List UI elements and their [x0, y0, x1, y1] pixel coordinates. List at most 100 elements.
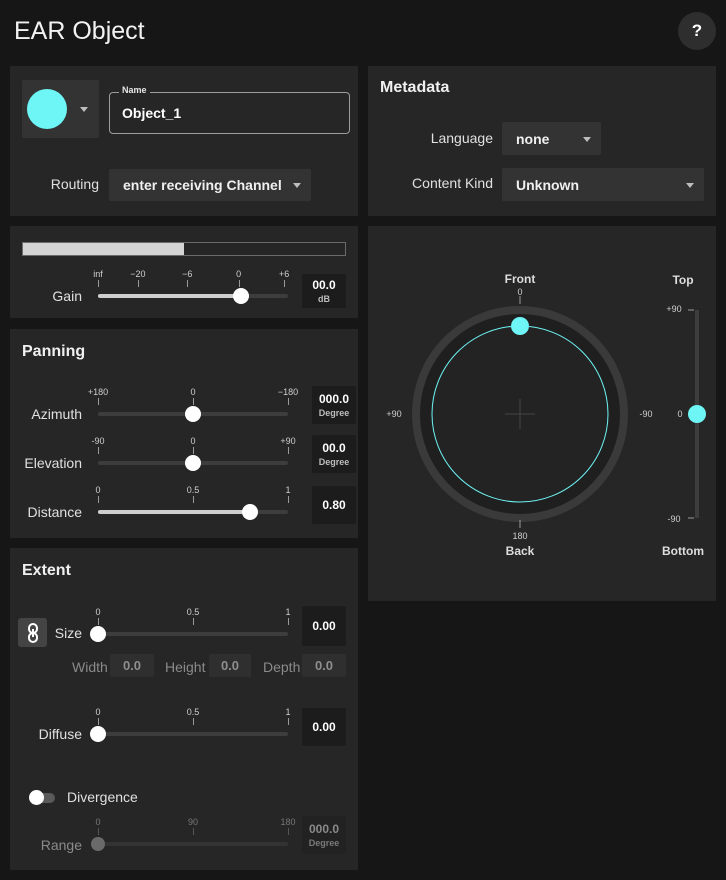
- width-label: Width: [72, 659, 108, 675]
- azimuth-value: 000.0: [318, 392, 350, 406]
- height-value-box[interactable]: 0.0: [209, 654, 251, 677]
- elevation-value: 00.0: [322, 441, 346, 455]
- diffuse-slider[interactable]: 0 0.5 1: [90, 707, 291, 742]
- name-field[interactable]: Name Object_1: [109, 85, 350, 134]
- extent-title: Extent: [22, 562, 71, 579]
- slider-track: [98, 632, 288, 636]
- slider-tick: [288, 496, 289, 503]
- range-value-box[interactable]: 000.0 Degree: [302, 816, 346, 854]
- slider-thumb[interactable]: [242, 504, 258, 520]
- slider-fill: [98, 294, 242, 298]
- elevation-value-box[interactable]: 00.0 Degree: [312, 435, 356, 473]
- slider-tick: [288, 447, 289, 454]
- slider-thumb[interactable]: [90, 626, 106, 642]
- size-value: 0.00: [312, 619, 336, 633]
- slider-tick: [98, 496, 99, 503]
- slider-tick: [193, 496, 194, 503]
- gain-slider[interactable]: inf −20 −6 0 +6: [93, 269, 289, 304]
- slider-tick: [193, 447, 194, 454]
- slider-tick: [238, 280, 240, 287]
- gain-unit: dB: [318, 294, 330, 304]
- chevron-down-icon: [293, 183, 301, 188]
- height-label: Height: [165, 659, 206, 675]
- diffuse-value-box[interactable]: 0.00: [302, 708, 346, 746]
- divergence-toggle[interactable]: [29, 790, 55, 805]
- slider-fill: [98, 510, 250, 514]
- elevation-bottom-value: -90: [667, 514, 681, 524]
- slider-tick: [284, 280, 286, 287]
- slider-tick-label: 0.5: [186, 707, 200, 717]
- slider-tick: [193, 828, 194, 835]
- size-label: Size: [54, 625, 82, 641]
- language-select[interactable]: none: [502, 122, 601, 155]
- size-value-box[interactable]: 0.00: [302, 606, 346, 646]
- slider-tick: [98, 280, 99, 287]
- slider-tick: [193, 718, 194, 725]
- slider-tick: [98, 828, 99, 835]
- help-button[interactable]: ?: [678, 12, 716, 50]
- language-label: Language: [430, 130, 493, 146]
- panning-panel: Panning Azimuth +180 0 −180 000.0 Degree E…: [10, 329, 358, 538]
- slider-thumb[interactable]: [185, 455, 201, 471]
- front-label: Front: [504, 272, 536, 286]
- range-slider[interactable]: 0 90 180: [91, 817, 296, 851]
- slider-tick-label: 0: [190, 387, 196, 397]
- slider-tick-label: −6: [182, 269, 193, 279]
- slider-tick-label: 0: [95, 817, 101, 827]
- slider-tick-label: 0.5: [186, 607, 200, 617]
- content-kind-select[interactable]: Unknown: [502, 168, 704, 201]
- bottom-label: Bottom: [662, 544, 704, 558]
- slider-thumb[interactable]: [90, 726, 106, 742]
- azimuth-value-box[interactable]: 000.0 Degree: [312, 386, 356, 424]
- elevation-top-value: +90: [666, 304, 682, 314]
- width-value-box[interactable]: 0.0: [110, 654, 154, 677]
- size-slider[interactable]: 0 0.5 1: [90, 607, 291, 642]
- slider-tick-label: 1: [285, 485, 291, 495]
- routing-select-value: enter receiving Channel: [123, 177, 282, 193]
- height-value: 0.0: [220, 658, 240, 673]
- azimuth-unit: Degree: [318, 408, 350, 418]
- link-icon: [27, 622, 38, 643]
- slider-thumb[interactable]: [185, 406, 201, 422]
- slider-thumb[interactable]: [233, 288, 250, 304]
- slider-thumb[interactable]: [91, 837, 105, 851]
- distance-slider[interactable]: 0 0.5 1: [95, 485, 291, 520]
- distance-label: Distance: [27, 504, 82, 520]
- distance-value-box[interactable]: 0.80: [312, 486, 356, 524]
- slider-tick-label: +180: [87, 387, 109, 397]
- level-meter-fill: [23, 243, 184, 255]
- divergence-toggle-knob: [29, 790, 44, 805]
- depth-value-box[interactable]: 0.0: [302, 654, 346, 677]
- chevron-down-icon: [686, 182, 694, 188]
- slider-tick: [288, 828, 289, 835]
- slider-tick: [98, 718, 99, 725]
- name-field-label: Name: [119, 85, 150, 95]
- gain-value-box[interactable]: 00.0 dB: [302, 274, 346, 308]
- link-dimensions-button[interactable]: [18, 618, 47, 647]
- extent-panel: Extent Size 0 0.5 1 0.00 Width 0.0 Height …: [10, 548, 358, 870]
- content-kind-label: Content Kind: [412, 175, 493, 191]
- routing-label: Routing: [50, 176, 99, 192]
- diffuse-label: Diffuse: [38, 726, 82, 742]
- gain-value: 00.0: [312, 278, 336, 292]
- azimuth-label: Azimuth: [31, 406, 82, 422]
- slider-tick: [98, 398, 99, 405]
- diffuse-value: 0.00: [312, 720, 336, 734]
- gain-panel: Gain inf −20 −6 0 +6 00.0 dB: [10, 226, 358, 318]
- back-label: Back: [505, 544, 535, 558]
- color-picker-button[interactable]: [22, 80, 99, 138]
- elevation-label: Elevation: [24, 455, 82, 471]
- slider-tick-label: 0: [190, 436, 196, 446]
- slider-tick-label: inf: [93, 269, 103, 279]
- content-kind-select-value: Unknown: [516, 176, 579, 193]
- panner-panel: Front 0 180 Back +90 -90 Top Bottom +90 …: [368, 226, 716, 601]
- elevation-slider[interactable]: -90 0 +90: [91, 436, 296, 471]
- right-value: -90: [639, 409, 653, 419]
- slider-track: [98, 732, 288, 736]
- slider-tick-label: +6: [279, 269, 290, 279]
- routing-select[interactable]: enter receiving Channel: [109, 169, 311, 201]
- range-value: 000.0: [308, 822, 340, 836]
- panning-title: Panning: [22, 343, 86, 360]
- object-panel: Name Object_1 Routing enter receiving Ch…: [10, 66, 358, 216]
- azimuth-slider[interactable]: +180 0 −180: [88, 387, 298, 422]
